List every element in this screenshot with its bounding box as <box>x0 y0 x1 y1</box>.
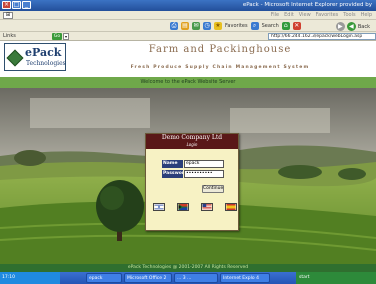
search-icon[interactable]: ⌕ <box>250 22 259 30</box>
window-controls: × □ _ <box>2 1 31 9</box>
address-dropdown-icon[interactable]: ▾ <box>63 33 69 40</box>
home-icon[interactable]: ⌂ <box>281 22 290 30</box>
print-icon[interactable]: ⎙ <box>170 22 178 30</box>
language-flags <box>153 203 237 211</box>
go-button[interactable]: Go <box>52 33 62 40</box>
task-epack[interactable]: epack <box>86 273 122 283</box>
company-name: Demo Company Ltd <box>161 134 223 141</box>
task-internet-explorer[interactable]: Internet Explo 4 <box>220 273 270 283</box>
links-label[interactable]: Links <box>3 33 16 39</box>
menu-item-favorites[interactable]: Favorites <box>316 12 339 18</box>
favorites-star-icon[interactable]: ★ <box>214 22 222 30</box>
south-africa-flag-icon[interactable] <box>177 203 189 211</box>
name-input[interactable]: epack <box>184 160 224 168</box>
navigation-buttons: ▶ ◀ Back <box>335 22 370 31</box>
menu-items: File Edit View Favorites Tools Help <box>271 12 372 18</box>
restore-button[interactable]: □ <box>12 1 21 9</box>
menu-item-help[interactable]: Help <box>361 12 372 18</box>
windows-flag-icon: ⊞ <box>3 12 13 19</box>
continue-button[interactable]: Continue <box>202 185 224 193</box>
toolbar-icons: ⎙ ▤ ✉ ◷ ★ Favorites ⌕ Search ⌂ ✕ <box>170 22 301 30</box>
spain-flag-icon[interactable] <box>225 203 237 211</box>
login-dialog: Demo Company Ltd Login Name epack Passwo… <box>145 133 239 231</box>
start-button[interactable]: start <box>296 272 376 284</box>
search-label[interactable]: Search <box>262 23 279 29</box>
back-label[interactable]: Back <box>358 24 370 30</box>
name-label: Name <box>162 160 183 168</box>
password-label: Password <box>162 170 188 178</box>
clock: 17:10 <box>2 275 15 280</box>
forward-arrow-icon[interactable]: ▶ <box>335 22 345 31</box>
title-bar: × □ _ ePack - Microsoft Internet Explore… <box>0 0 376 11</box>
page-header: ePack Technologies Farm and Packinghouse… <box>0 41 376 77</box>
history-icon[interactable]: ◷ <box>203 22 211 30</box>
menu-item-edit[interactable]: Edit <box>284 12 294 18</box>
task-office[interactable]: Microsoft Office 2 <box>124 273 172 283</box>
site-subtitle: Fresh Produce Supply Chain Management Sy… <box>130 65 310 70</box>
task-window-3[interactable]: ... 3 ... <box>174 273 218 283</box>
epack-logo[interactable]: ePack Technologies <box>4 43 66 71</box>
login-header: Demo Company Ltd Login <box>146 134 238 149</box>
address-input[interactable]: http://66.244.162.3/epack/webLogin.asp <box>268 33 376 40</box>
system-tray: 17:10 <box>0 272 60 284</box>
menu-item-view[interactable]: View <box>299 12 311 18</box>
menu-item-file[interactable]: File <box>271 12 279 18</box>
address-bar: Links Go ▾ http://66.244.162.3/epack/web… <box>0 32 376 41</box>
mail-icon[interactable]: ✉ <box>192 22 200 30</box>
site-title: Farm and Packinghouse <box>148 44 292 55</box>
welcome-banner: Welcome to the ePack Website Server <box>0 77 376 88</box>
usa-flag-icon[interactable] <box>201 203 213 211</box>
login-title: Login <box>186 142 198 147</box>
minimize-button[interactable]: _ <box>22 1 31 9</box>
stop-icon[interactable]: ✕ <box>292 22 301 30</box>
toolbar: ⎙ ▤ ✉ ◷ ★ Favorites ⌕ Search ⌂ ✕ ▶ ◀ Bac… <box>0 20 376 32</box>
back-arrow-icon[interactable]: ◀ <box>346 22 356 31</box>
taskbar: 17:10 epack Microsoft Office 2 ... 3 ...… <box>0 272 376 284</box>
folder-icon[interactable]: ▤ <box>181 22 189 30</box>
logo-name: ePack <box>25 46 62 59</box>
close-button[interactable]: × <box>2 1 11 9</box>
favorites-label[interactable]: Favorites <box>225 23 248 29</box>
footer-copyright: ePack Technologies @ 2001-2007 All Right… <box>0 264 376 272</box>
logo-diamond-icon <box>6 49 24 67</box>
menu-bar: ⊞ File Edit View Favorites Tools Help <box>0 11 376 20</box>
window-title: ePack - Microsoft Internet Explorer prov… <box>242 2 372 8</box>
menu-item-tools[interactable]: Tools <box>343 12 355 18</box>
password-input[interactable]: •••••••••• <box>184 170 224 178</box>
browser-screen: × □ _ ePack - Microsoft Internet Explore… <box>0 0 376 284</box>
logo-subtitle: Technologies <box>26 60 66 67</box>
israel-flag-icon[interactable] <box>153 203 165 211</box>
